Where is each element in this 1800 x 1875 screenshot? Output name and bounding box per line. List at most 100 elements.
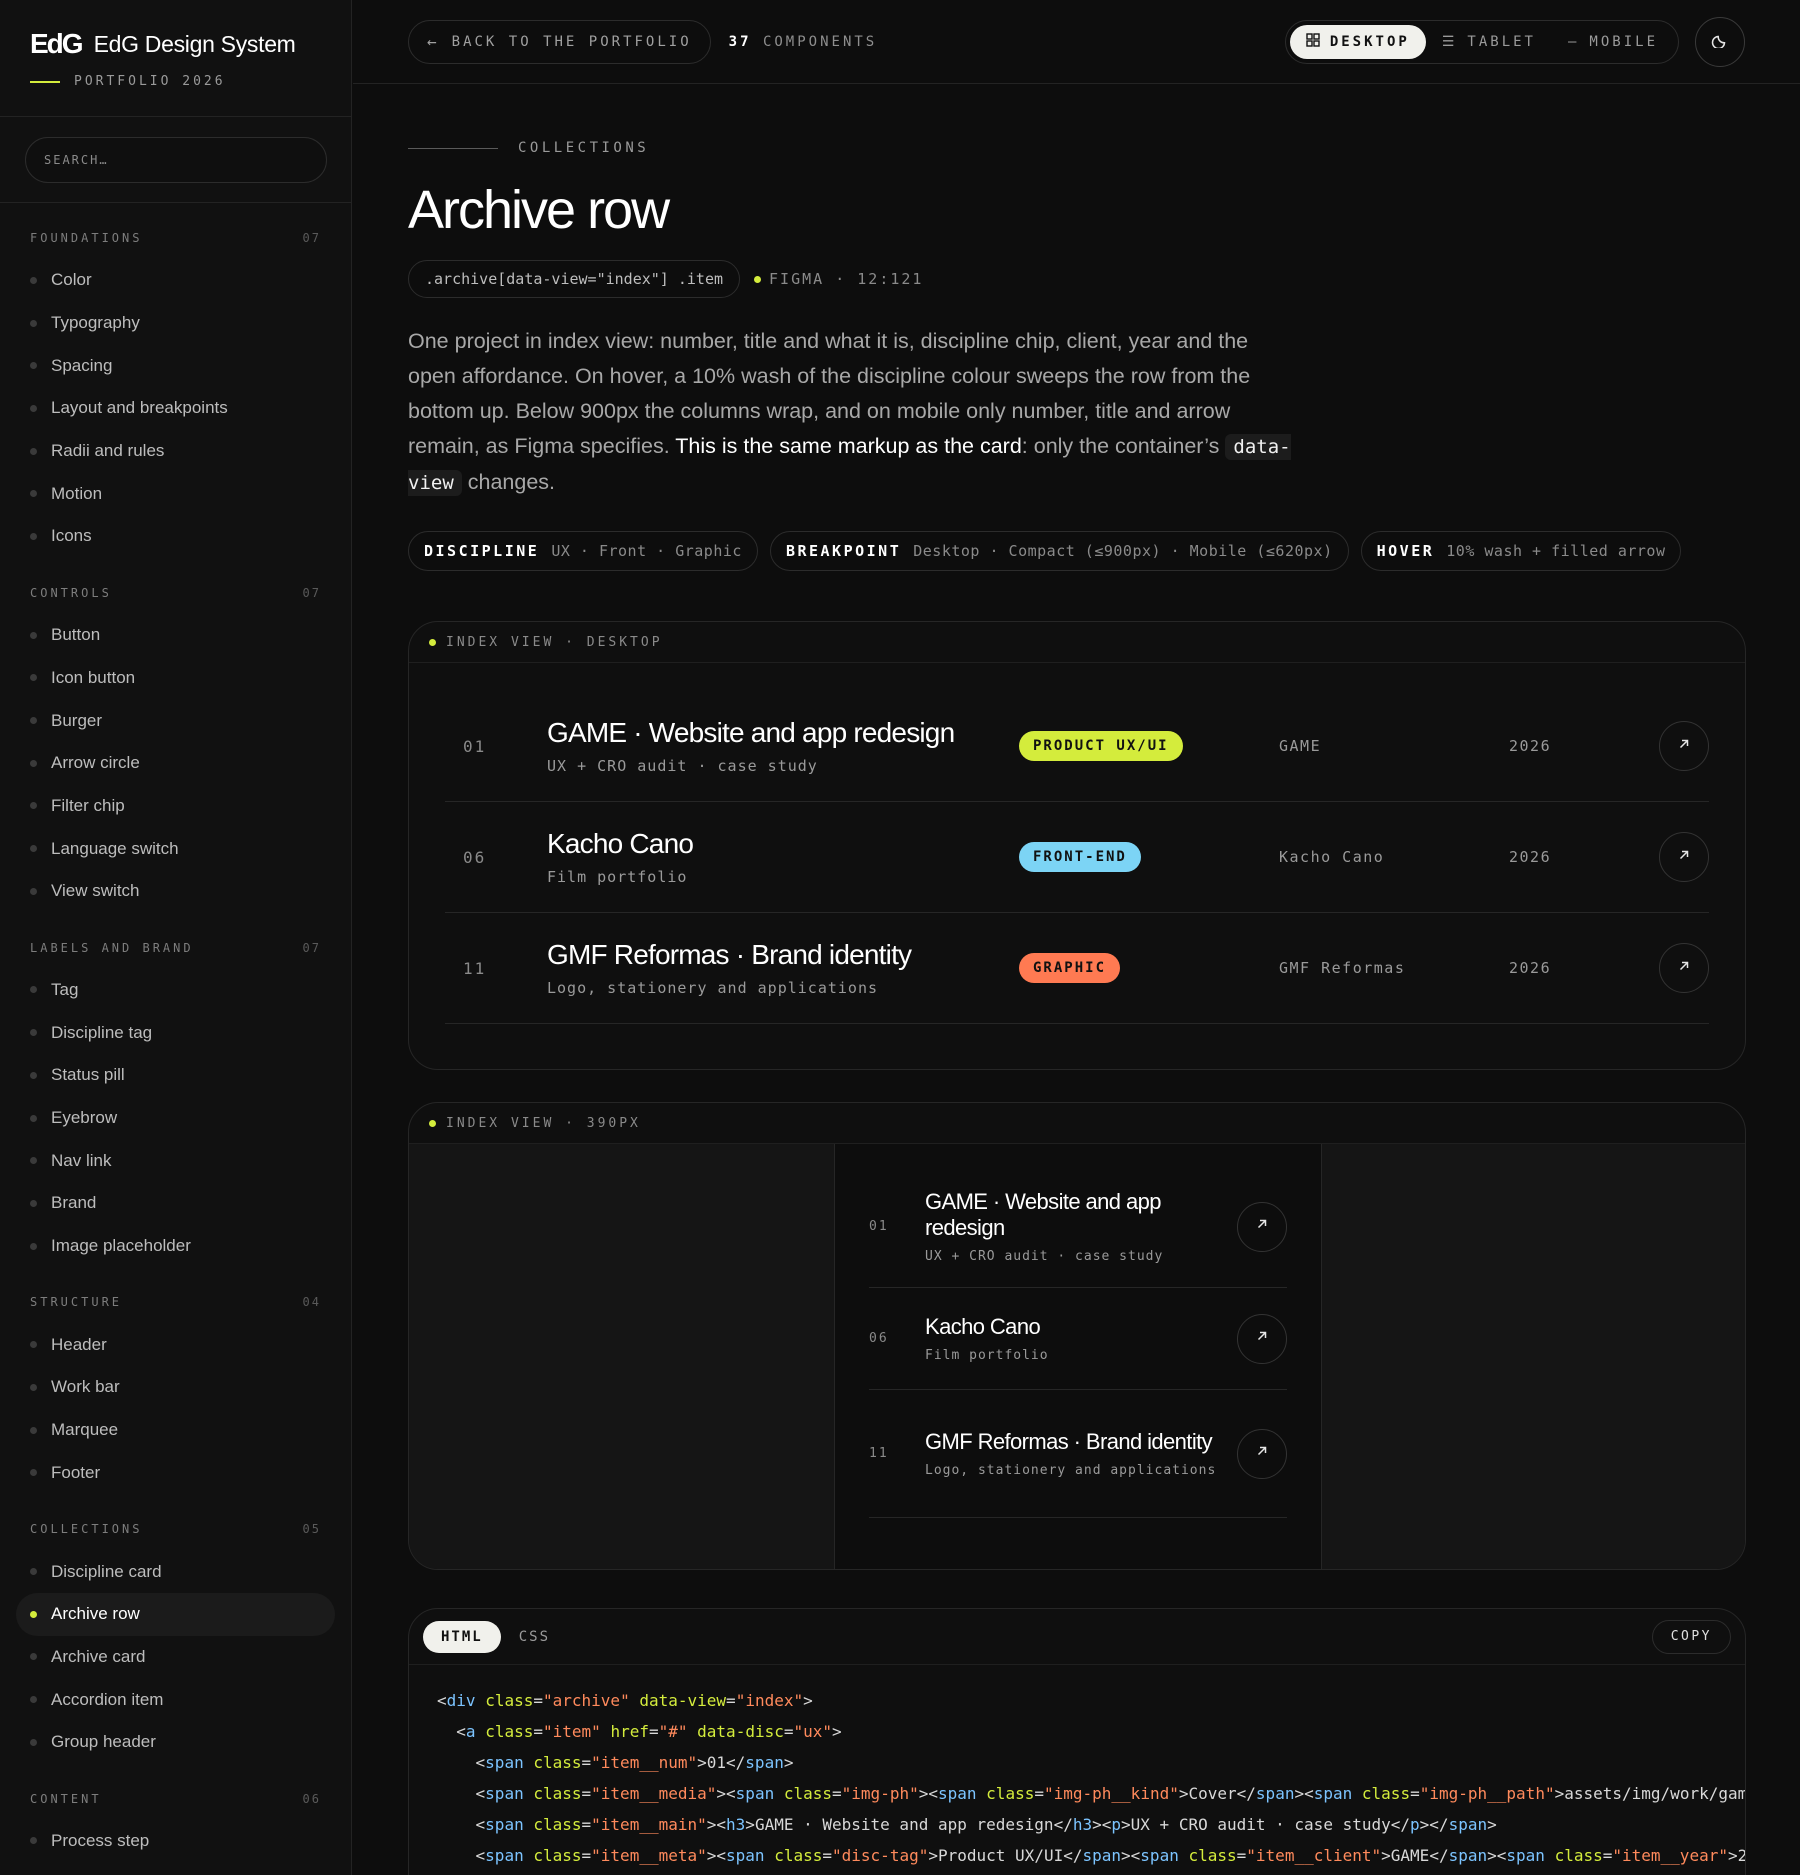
tab-html[interactable]: HTML [423, 1620, 501, 1653]
search-input[interactable] [25, 137, 327, 183]
code-line: <a class="item" href="#" data-disc="ux"> [456, 1722, 842, 1741]
row-chip-cell: FRONT-END [1019, 842, 1279, 872]
stage-background-right [1322, 1144, 1745, 1569]
code-panel: HTML CSS COPY <div class="archive" data-… [408, 1608, 1746, 1875]
archive-row-mobile[interactable]: 06 Kacho Cano Film portfolio [869, 1288, 1287, 1390]
brand[interactable]: EdG EdG Design System PORTFOLIO 2026 [0, 0, 351, 117]
figma-reference: FIGMA · 12:121 [754, 270, 923, 288]
open-arrow-button[interactable] [1237, 1428, 1287, 1479]
row-year: 2026 [1509, 848, 1552, 866]
sidebar-item-icons[interactable]: Icons [16, 515, 335, 558]
archive-row[interactable]: 06 Kacho Cano Film portfolio FRONT-END Kacho… [445, 802, 1709, 913]
sidebar-item-image-placeholder[interactable]: Image placeholder [16, 1225, 335, 1268]
view-mobile-button[interactable]: — MOBILE [1552, 25, 1674, 59]
row-chip-cell: GRAPHIC [1019, 953, 1279, 983]
sidebar-item-status-pill[interactable]: Status pill [16, 1054, 335, 1097]
sidebar-item-header[interactable]: Header [16, 1323, 335, 1366]
property-pills: DISCIPLINE UX · Front · Graphic BREAKPOINT… [408, 531, 1746, 571]
tab-css[interactable]: CSS [501, 1621, 568, 1653]
row-main: Kacho Cano Film portfolio [547, 828, 1019, 886]
sidebar-item-layout-and-breakpoints[interactable]: Layout and breakpoints [16, 387, 335, 430]
back-to-portfolio-button[interactable]: ← BACK TO THE PORTFOLIO [408, 19, 711, 64]
bullet-dot [30, 1696, 37, 1704]
sidebar-item-stat[interactable]: Stat [16, 1862, 335, 1875]
sidebar-item-typography[interactable]: Typography [16, 302, 335, 345]
sidebar-item-motion[interactable]: Motion [16, 472, 335, 515]
sidebar-item-accordion-item[interactable]: Accordion item [16, 1678, 335, 1721]
sidebar-item-footer[interactable]: Footer [16, 1452, 335, 1495]
sidebar-item-tag[interactable]: Tag [16, 969, 335, 1012]
sidebar-item-brand[interactable]: Brand [16, 1182, 335, 1225]
sidebar-item-discipline-card[interactable]: Discipline card [16, 1550, 335, 1593]
sidebar-item-spacing[interactable]: Spacing [16, 344, 335, 387]
sidebar-item-marquee[interactable]: Marquee [16, 1409, 335, 1452]
bullet-dot [30, 845, 37, 853]
nav-group-count: 06 [302, 1791, 321, 1806]
open-arrow-button[interactable] [1237, 1313, 1287, 1364]
sidebar-item-group-header[interactable]: Group header [16, 1721, 335, 1764]
sidebar-item-discipline-tag[interactable]: Discipline tag [16, 1011, 335, 1054]
discipline-tag: FRONT-END [1019, 842, 1141, 872]
bullet-dot [30, 1242, 37, 1250]
sidebar-item-burger[interactable]: Burger [16, 699, 335, 742]
discipline-tag: PRODUCT UX/UI [1019, 731, 1183, 761]
property-key: HOVER [1376, 542, 1435, 560]
sidebar-item-eyebrow[interactable]: Eyebrow [16, 1097, 335, 1140]
archive-row[interactable]: 01 GAME · Website and app redesign UX + CR… [445, 691, 1709, 802]
row-subtitle: Logo, stationery and applications [547, 979, 879, 997]
bullet-dot [30, 490, 37, 498]
sidebar-item-color[interactable]: Color [16, 259, 335, 302]
row-number: 11 [463, 958, 487, 978]
sidebar-item-process-step[interactable]: Process step [16, 1820, 335, 1863]
sidebar-item-label: View switch [51, 881, 140, 901]
archive-row-mobile[interactable]: 11 GMF Reformas · Brand identity Logo, sta… [869, 1390, 1287, 1518]
panel-label: INDEX VIEW · 390PX [446, 1115, 641, 1131]
open-arrow-button[interactable] [1237, 1201, 1287, 1252]
panel-header: INDEX VIEW · DESKTOP [409, 622, 1745, 663]
nav-group-title: FOUNDATIONS [30, 231, 143, 245]
mobile-preview-panel: INDEX VIEW · 390PX 01 GAME · Website and … [408, 1102, 1746, 1570]
theme-toggle-button[interactable] [1695, 16, 1745, 67]
sidebar-item-radii-and-rules[interactable]: Radii and rules [16, 430, 335, 473]
open-arrow-button[interactable] [1659, 943, 1709, 993]
archive-row[interactable]: 11 GMF Reformas · Brand identity Logo, sta… [445, 913, 1709, 1024]
sidebar-item-archive-card[interactable]: Archive card [16, 1636, 335, 1679]
open-arrow-button[interactable] [1659, 721, 1709, 771]
sidebar-item-arrow-circle[interactable]: Arrow circle [16, 742, 335, 785]
row-subtitle: UX + CRO audit · case study [925, 1249, 1164, 1264]
nav-group-collections: COLLECTIONS 05 Discipline card Archive row A… [0, 1494, 351, 1763]
view-tablet-button[interactable]: ☰ TABLET [1426, 25, 1552, 59]
sidebar-item-button[interactable]: Button [16, 614, 335, 657]
row-main: GAME · Website and app redesign UX + CRO … [925, 1189, 1237, 1264]
panel-label: INDEX VIEW · DESKTOP [446, 634, 663, 650]
copy-button[interactable]: COPY [1651, 1619, 1731, 1654]
sidebar-item-label: Eyebrow [51, 1108, 118, 1128]
sidebar-item-label: Filter chip [51, 795, 125, 815]
archive-row-mobile[interactable]: 01 GAME · Website and app redesign UX + CR… [869, 1166, 1287, 1288]
bullet-dot [30, 674, 37, 682]
sidebar-item-view-switch[interactable]: View switch [16, 870, 335, 913]
sidebar-item-nav-link[interactable]: Nav link [16, 1139, 335, 1182]
component-count-label: COMPONENTS [762, 33, 878, 50]
view-desktop-button[interactable]: DESKTOP [1289, 24, 1426, 59]
sidebar-item-label: Spacing [51, 355, 113, 375]
row-title: Kacho Cano [547, 828, 694, 859]
list-icon: ☰ [1441, 33, 1458, 50]
open-arrow-button[interactable] [1659, 832, 1709, 882]
bullet-dot [30, 631, 37, 639]
sidebar-item-filter-chip[interactable]: Filter chip [16, 785, 335, 828]
code-line: <div class="archive" data-view="index"> [437, 1691, 813, 1710]
nav-group-title: LABELS AND BRAND [30, 940, 194, 955]
bullet-dot [30, 1114, 37, 1122]
sidebar-item-label: Process step [51, 1830, 150, 1850]
eyebrow-line [408, 147, 498, 149]
view-tablet-label: TABLET [1467, 33, 1536, 50]
sidebar-item-language-switch[interactable]: Language switch [16, 827, 335, 870]
sidebar-item-icon-button[interactable]: Icon button [16, 657, 335, 700]
row-title: GMF Reformas · Brand identity [925, 1429, 1213, 1454]
sidebar-item-archive-row[interactable]: Archive row [16, 1592, 335, 1636]
sidebar-item-label: Discipline tag [51, 1022, 153, 1042]
brand-name: EdG Design System [93, 30, 296, 57]
sidebar-item-work-bar[interactable]: Work bar [16, 1366, 335, 1409]
bullet-dot [30, 276, 37, 284]
